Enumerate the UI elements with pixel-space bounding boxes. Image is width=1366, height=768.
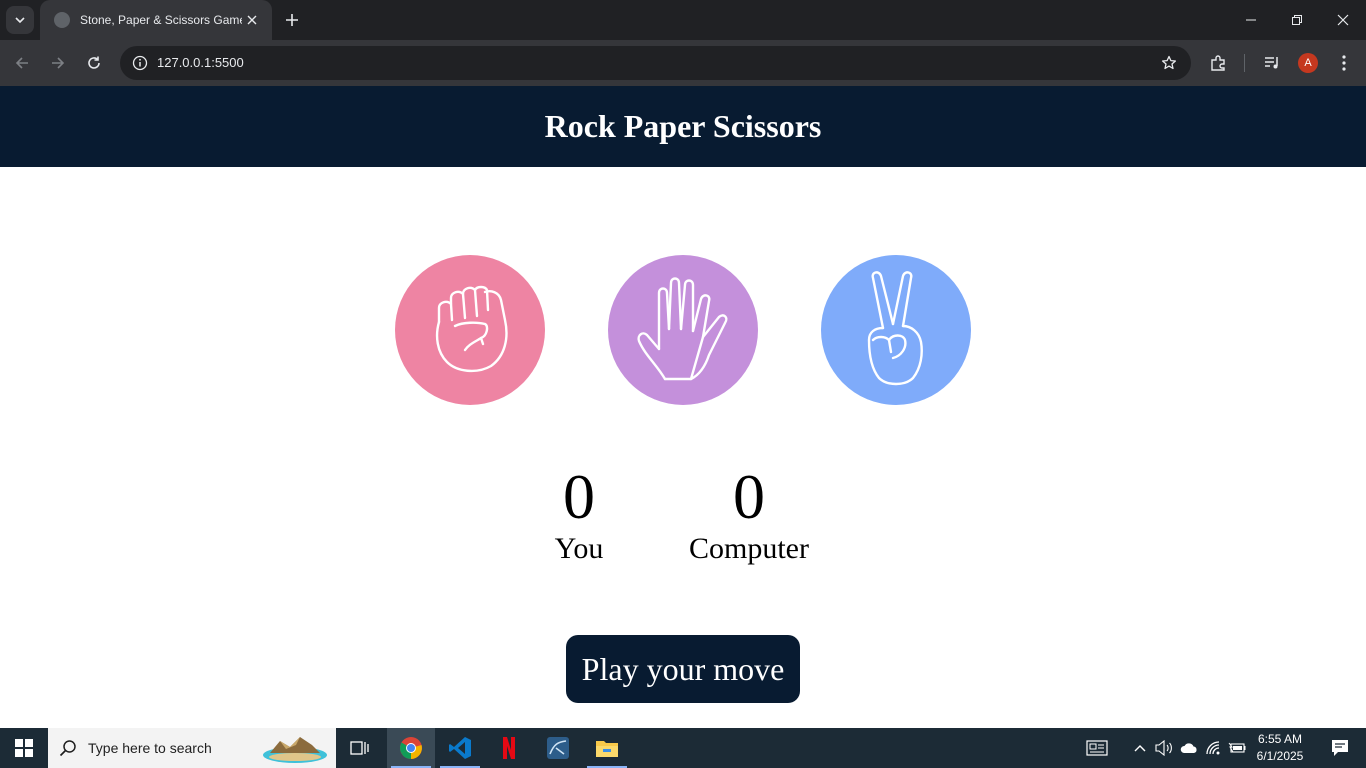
web-page: Rock Paper Scissors 0 You 0 Computer Pla… [0,86,1366,728]
extensions-icon[interactable] [1204,49,1232,77]
taskbar-mysql-workbench[interactable] [534,728,582,768]
search-placeholder: Type here to search [88,740,212,756]
taskbar-search[interactable]: Type here to search [48,728,336,768]
tab-search-button[interactable] [6,6,34,34]
toolbar-divider [1244,54,1245,72]
task-view-icon [350,741,369,755]
start-button[interactable] [0,728,48,768]
chrome-icon [400,737,422,759]
wifi-icon[interactable] [1203,738,1223,758]
notification-center-button[interactable] [1320,728,1360,768]
taskbar-chrome[interactable] [387,728,435,768]
search-highlight-icon [263,737,327,763]
page-title: Rock Paper Scissors [544,108,822,144]
media-control-icon[interactable] [1258,49,1286,77]
profile-avatar[interactable]: A [1298,53,1318,73]
user-score-label: You [554,532,604,565]
forward-button[interactable] [44,49,72,77]
taskbar-netflix[interactable] [485,728,533,768]
computer-score: 0 Computer [669,464,829,567]
browser-menu-icon[interactable] [1330,49,1358,77]
task-view-button[interactable] [336,728,384,768]
news-widget-icon[interactable] [1085,738,1109,758]
arrow-left-icon [15,57,28,69]
system-clock[interactable]: 6:55 AM 6/1/2025 [1250,731,1310,765]
notification-icon [1332,740,1348,756]
computer-score-value: 0 [733,461,765,532]
clock-time: 6:55 AM [1257,732,1303,746]
search-icon [48,739,88,757]
vscode-icon [449,737,471,759]
chevron-up-icon[interactable] [1130,738,1150,758]
reload-button[interactable] [80,49,108,77]
browser-tabstrip: Stone, Paper & Scissors Game [0,0,1366,40]
windows-taskbar: Type here to search 6:55 AM 6/1/2025 [0,728,1366,768]
minimize-icon [1246,19,1256,21]
chevron-down-icon [15,17,25,24]
choice-scissors[interactable] [821,255,971,405]
volume-icon[interactable] [1154,738,1174,758]
url-text: 127.0.0.1:5500 [157,55,244,70]
open-hand-icon [637,277,728,381]
user-score-value: 0 [563,461,595,532]
reload-icon [88,56,100,69]
clock-date: 6/1/2025 [1256,749,1304,763]
address-bar[interactable]: 127.0.0.1:5500 [120,46,1191,80]
arrow-right-icon [52,57,65,69]
fist-icon [435,285,508,373]
choice-rock[interactable] [395,255,545,405]
new-tab-button[interactable] [280,8,304,32]
bookmark-star-icon[interactable] [1157,51,1181,75]
windows-logo-icon [15,739,33,757]
folder-icon [596,741,618,757]
taskbar-vscode[interactable] [436,728,484,768]
page-header: Rock Paper Scissors [0,86,1366,167]
close-icon [1337,14,1349,26]
onedrive-cloud-icon[interactable] [1179,738,1199,758]
minimize-button[interactable] [1228,0,1274,40]
message-box: Play your move [566,635,800,703]
plus-icon [286,14,298,26]
globe-icon [54,12,70,28]
netflix-icon [503,737,515,759]
battery-icon[interactable] [1227,738,1247,758]
restore-icon [1292,15,1302,25]
user-score: 0 You [499,464,659,567]
browser-toolbar: 127.0.0.1:5500 A [0,40,1366,86]
close-icon [247,15,257,25]
computer-score-label: Computer [689,532,809,565]
restore-button[interactable] [1274,0,1320,40]
site-info-icon[interactable] [128,51,152,75]
mysql-workbench-icon [547,737,569,759]
choice-paper[interactable] [608,255,758,405]
back-button[interactable] [8,49,36,77]
peace-hand-icon [867,271,923,386]
close-window-button[interactable] [1320,0,1366,40]
browser-tab[interactable]: Stone, Paper & Scissors Game [40,0,272,40]
tab-close-button[interactable] [242,10,262,30]
tab-title: Stone, Paper & Scissors Game [80,13,242,27]
choices-row [395,255,971,405]
taskbar-file-explorer[interactable] [583,728,631,768]
